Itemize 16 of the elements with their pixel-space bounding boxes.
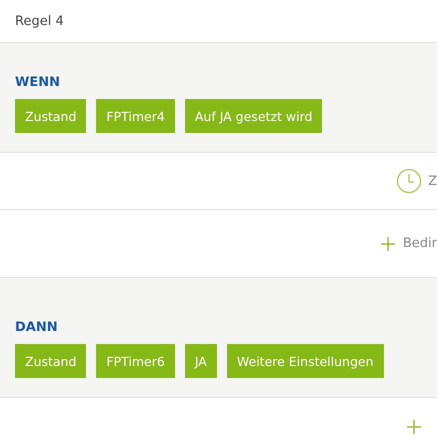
plus-icon [380,236,395,250]
action-token[interactable]: JA [184,344,217,378]
add-action-button[interactable] [407,420,421,434]
action-token[interactable]: Zustand [15,344,86,378]
plus-icon [407,420,421,434]
section-heading: DANN [15,320,59,335]
section-heading: WENN [15,75,61,90]
condition-token[interactable]: FPTimer4 [96,99,175,133]
clock-icon [396,168,422,194]
rule-title: Regel 4 [15,14,64,28]
action-token[interactable]: FPTimer6 [96,344,175,378]
add-condition-button[interactable]: Bedir [380,236,437,251]
condition-token[interactable]: Auf JA gesetzt wird [184,99,322,133]
time-button[interactable]: Z [396,168,437,194]
condition-token[interactable]: Zustand [15,99,86,133]
action-token[interactable]: Weitere Einstellungen [226,344,384,378]
